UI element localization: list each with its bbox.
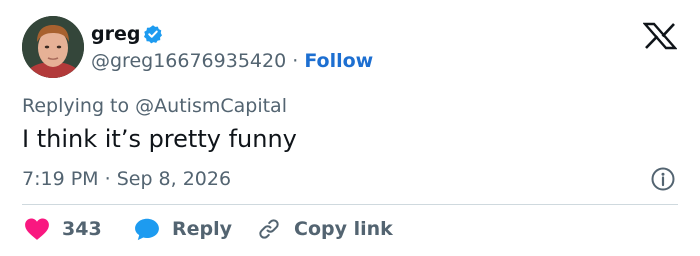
divider	[22, 204, 678, 205]
tweet-date: Sep 8, 2026	[116, 168, 232, 190]
avatar[interactable]	[22, 16, 84, 78]
separator-dot: ·	[292, 50, 299, 72]
x-logo-icon[interactable]	[643, 22, 677, 50]
replying-to-handle[interactable]: @AutismCapital	[135, 95, 287, 117]
user-handle[interactable]: @greg16676935420	[91, 50, 286, 72]
like-button[interactable]: 343	[24, 216, 102, 242]
reply-button[interactable]: Reply	[134, 216, 232, 242]
replying-prefix: Replying to	[22, 95, 130, 117]
separator-dot: ·	[104, 168, 111, 190]
follow-button[interactable]: Follow	[304, 50, 373, 72]
replying-to: Replying to @AutismCapital	[22, 94, 287, 118]
verified-badge-icon	[144, 25, 162, 44]
display-name[interactable]: greg	[91, 22, 140, 46]
copy-link-button[interactable]: Copy link	[256, 216, 393, 242]
tweet-text: I think it’s pretty funny	[22, 125, 297, 153]
info-icon[interactable]	[650, 166, 676, 192]
tweet-time: 7:19 PM	[22, 168, 99, 190]
handle-row: @greg16676935420 · Follow	[91, 49, 373, 73]
link-icon	[259, 219, 279, 239]
speech-bubble-icon	[135, 218, 159, 241]
reply-label: Reply	[172, 218, 233, 240]
like-count: 343	[62, 218, 102, 240]
timestamp[interactable]: 7:19 PM · Sep 8, 2026	[22, 167, 231, 191]
avatar-photo	[22, 16, 84, 78]
copy-link-label: Copy link	[294, 218, 393, 240]
heart-icon	[25, 218, 49, 240]
